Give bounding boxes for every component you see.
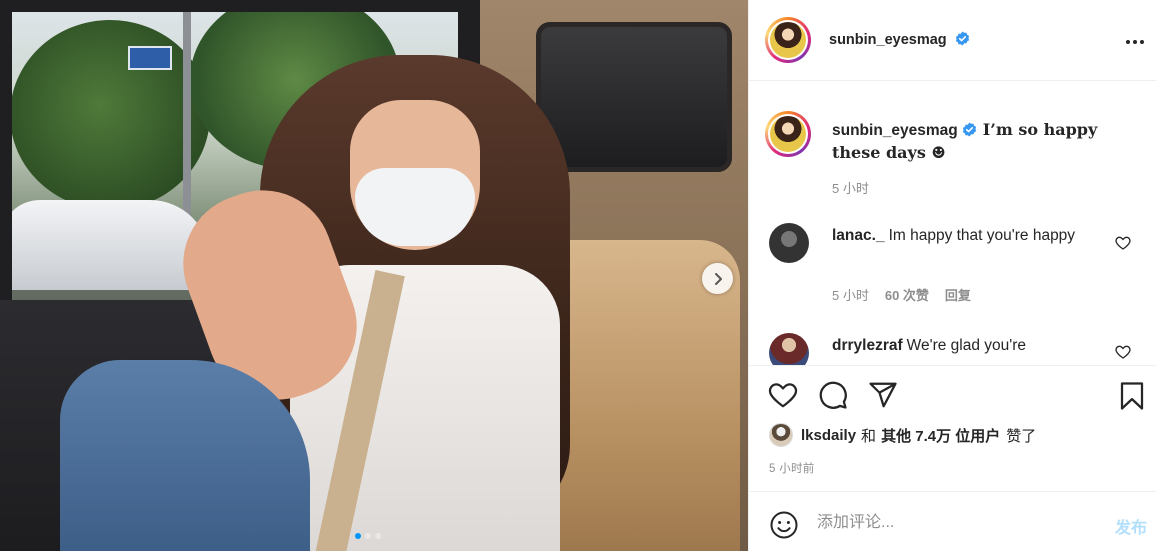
commenter-username[interactable]: lanac._ <box>832 227 885 244</box>
like-button[interactable] <box>767 380 799 415</box>
face-mask <box>355 168 475 246</box>
chevron-right-icon <box>714 272 722 285</box>
add-comment-bar: 发布 <box>749 491 1156 551</box>
likes-others-link[interactable]: 其他 7.4万 位用户 <box>881 425 1000 446</box>
next-slide-button[interactable] <box>702 263 733 294</box>
post-actions <box>749 365 1156 421</box>
caption-text-block: sunbin_eyesmag I’m so happy these days ☻ <box>832 119 1117 165</box>
carousel-dot <box>375 533 381 539</box>
commenter-username[interactable]: drrylezraf <box>832 337 903 354</box>
comment-input[interactable] <box>817 510 1087 536</box>
caption-timestamp[interactable]: 5 小时 <box>832 178 869 197</box>
carousel-dot <box>365 533 371 539</box>
comment-button[interactable] <box>817 380 849 415</box>
heart-icon <box>768 383 798 408</box>
carousel-dot-active <box>355 533 361 539</box>
likes-connector: 和 <box>861 427 877 445</box>
comment-reply-button[interactable]: 回复 <box>945 285 971 304</box>
more-options-icon <box>1126 40 1144 44</box>
comment-text-block: lanac._ Im happy that you're happy <box>832 225 1117 247</box>
verified-badge-icon <box>956 31 970 46</box>
comment-timestamp[interactable]: 5 小时 <box>832 285 869 304</box>
avatar-image <box>770 116 806 152</box>
liker-username[interactable]: lksdaily <box>801 427 856 444</box>
paper-plane-icon <box>869 382 897 408</box>
caption-meta: 5 小时 <box>832 178 869 197</box>
caption-username[interactable]: sunbin_eyesmag <box>832 122 958 139</box>
comments-list[interactable]: sunbin_eyesmag I’m so happy these days ☻ … <box>749 81 1156 365</box>
avatar-image <box>770 22 806 58</box>
comment-icon <box>819 381 847 409</box>
likes-suffix: 赞了 <box>1006 427 1037 445</box>
author-username[interactable]: sunbin_eyesmag <box>829 32 947 48</box>
comment-text: We're glad you're <box>906 337 1027 354</box>
post-timestamp[interactable]: 5 小时前 <box>769 460 815 476</box>
likes-summary: lksdaily 和 其他 7.4万 位用户 赞了 <box>769 423 1036 447</box>
caption-author-avatar[interactable] <box>765 111 811 157</box>
comment-likes-count[interactable]: 60 次赞 <box>885 285 929 304</box>
emoji-button[interactable] <box>769 510 799 545</box>
heart-icon <box>1115 345 1131 359</box>
comment-text-block: drrylezraf We're glad you're <box>832 335 1117 357</box>
heart-icon <box>1115 236 1131 250</box>
post-header: sunbin_eyesmag <box>749 0 1156 81</box>
emoji-icon <box>770 511 798 539</box>
more-options-button[interactable] <box>1123 30 1147 54</box>
author-name-row: sunbin_eyesmag <box>829 31 970 49</box>
post-details-panel: sunbin_eyesmag sunbin_eyesmag I’m so happ… <box>748 0 1156 551</box>
liker-avatar[interactable] <box>769 423 793 447</box>
bookmark-icon <box>1120 382 1144 410</box>
like-comment-button[interactable] <box>1115 344 1131 365</box>
verified-badge-icon <box>962 122 976 137</box>
commenter-avatar[interactable] <box>769 333 809 365</box>
rear-car-window <box>536 22 732 172</box>
carousel-indicator <box>355 533 381 539</box>
like-comment-button[interactable] <box>1115 235 1131 256</box>
post-media[interactable] <box>0 0 748 551</box>
author-avatar[interactable] <box>765 17 811 63</box>
post-comment-button[interactable]: 发布 <box>1115 514 1147 538</box>
share-button[interactable] <box>867 380 899 415</box>
comment-meta: 5 小时 60 次赞 回复 <box>832 285 971 304</box>
commenter-avatar[interactable] <box>769 223 809 263</box>
comment-text: Im happy that you're happy <box>888 227 1076 244</box>
save-button[interactable] <box>1117 380 1147 417</box>
